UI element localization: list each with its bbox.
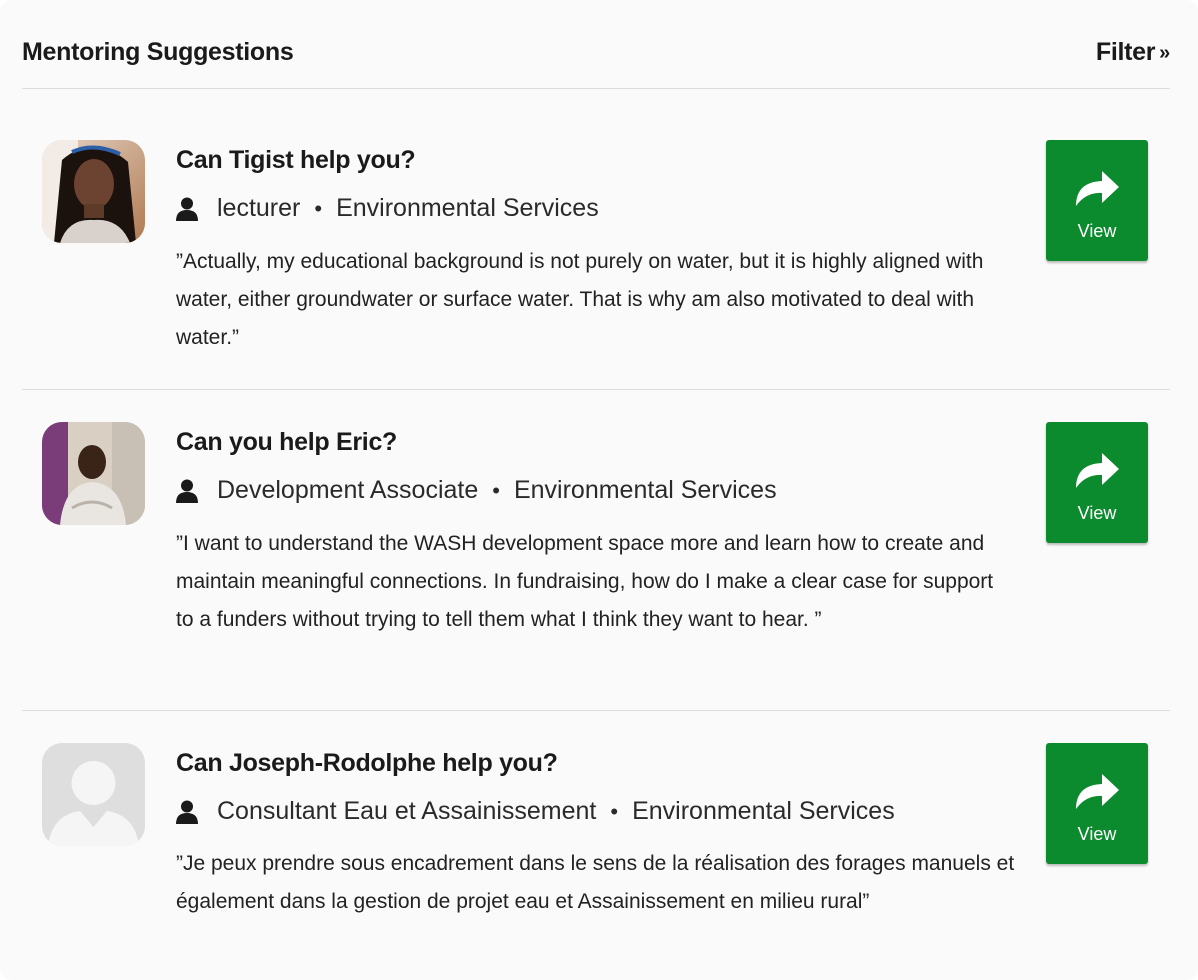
suggestion-card: Can you help Eric? Development Associate… <box>22 422 1170 712</box>
person-icon <box>176 197 198 221</box>
share-arrow-icon <box>1076 171 1119 206</box>
card-role: Development Associate <box>217 476 479 504</box>
suggestion-card: Can Joseph-Rodolphe help you? Consultant… <box>22 743 1170 980</box>
person-icon <box>176 479 198 503</box>
meta-separator: • <box>610 798 619 824</box>
card-role: Consultant Eau et Assainissement <box>217 797 597 825</box>
filter-label: Filter <box>1095 38 1156 66</box>
view-button-label: View <box>1077 824 1117 844</box>
view-button[interactable]: View <box>1046 140 1148 261</box>
card-sector: Environmental Services <box>336 194 599 222</box>
card-sector: Environmental Services <box>632 797 895 825</box>
view-button[interactable]: View <box>1046 422 1148 543</box>
filter-link[interactable]: Filter» <box>1096 38 1170 67</box>
person-icon <box>176 800 198 824</box>
suggestion-card: Can Tigist help you? lecturer • Environm… <box>22 140 1170 390</box>
avatar-placeholder-icon <box>42 743 145 846</box>
card-role: lecturer <box>217 194 301 222</box>
header-divider <box>22 88 1170 89</box>
page-title: Mentoring Suggestions <box>22 38 294 66</box>
view-button[interactable]: View <box>1046 743 1148 864</box>
mentoring-panel: Mentoring Suggestions Filter» Can Tigist… <box>0 0 1198 980</box>
card-meta: lecturer • Environmental Services <box>176 194 599 223</box>
card-quote: ”Je peux prendre sous encadrement dans l… <box>176 852 1015 913</box>
chevron-right-icon: » <box>1159 42 1170 64</box>
card-divider <box>22 389 1170 390</box>
card-sector: Environmental Services <box>513 476 777 504</box>
avatar[interactable] <box>42 140 145 243</box>
card-title[interactable]: Can Joseph-Rodolphe help you? <box>176 749 558 778</box>
view-button-label: View <box>1077 221 1117 241</box>
meta-separator: • <box>314 195 323 221</box>
card-quote: ”I want to understand the WASH developme… <box>176 532 994 631</box>
card-meta: Consultant Eau et Assainissement • Envir… <box>176 797 895 826</box>
card-title[interactable]: Can Tigist help you? <box>176 146 416 175</box>
card-meta: Development Associate • Environmental Se… <box>176 476 777 505</box>
share-arrow-icon <box>1076 774 1119 809</box>
panel-header: Mentoring Suggestions Filter» <box>22 38 1170 70</box>
card-title[interactable]: Can you help Eric? <box>176 428 397 457</box>
card-divider <box>22 710 1170 711</box>
view-button-label: View <box>1077 503 1117 523</box>
card-quote: ”Actually, my educational background is … <box>176 250 984 349</box>
avatar[interactable] <box>42 743 145 846</box>
avatar-photo-man <box>42 422 145 525</box>
share-arrow-icon <box>1076 453 1119 488</box>
meta-separator: • <box>492 477 500 503</box>
avatar[interactable] <box>42 422 145 525</box>
avatar-photo-woman <box>42 140 145 243</box>
